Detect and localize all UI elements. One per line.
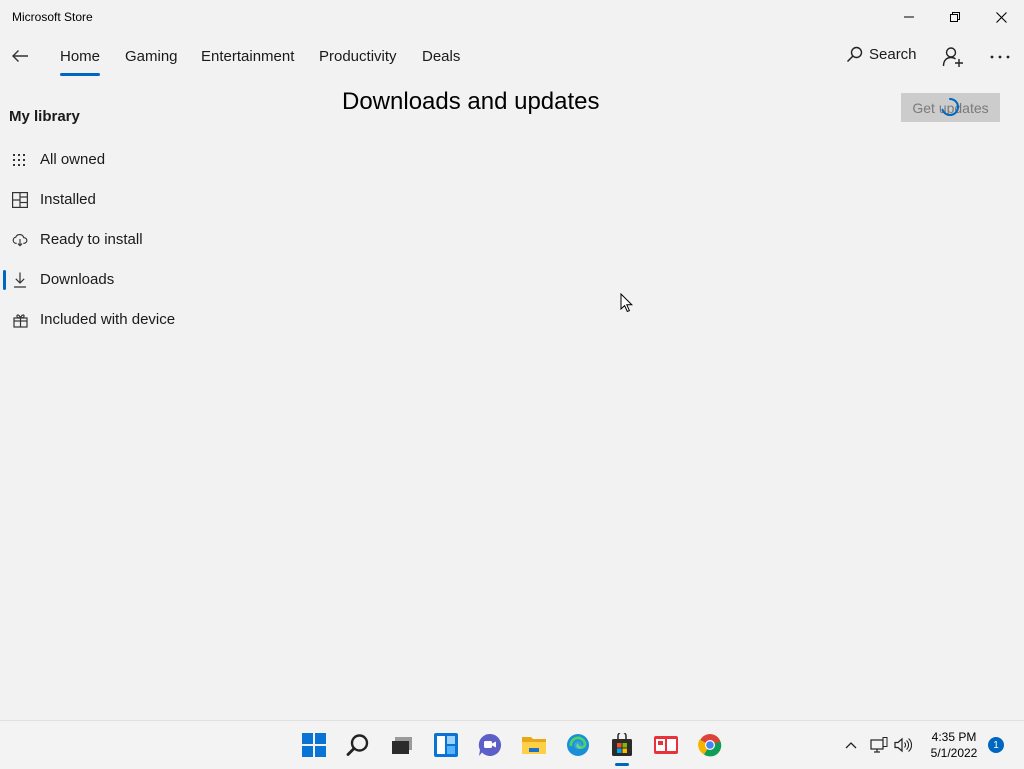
account-button[interactable] xyxy=(940,44,966,70)
page-title: Downloads and updates xyxy=(342,88,600,115)
chevron-up-icon xyxy=(845,742,857,749)
tab-gaming[interactable]: Gaming xyxy=(125,48,178,65)
store-icon xyxy=(612,733,632,756)
clock-button[interactable]: 4:35 PM 5/1/2022 xyxy=(926,729,982,761)
volume-icon xyxy=(894,737,912,753)
search-icon xyxy=(846,46,863,63)
close-icon xyxy=(995,11,1007,23)
file-explorer-button[interactable] xyxy=(518,729,550,761)
sidebar-item-label: Installed xyxy=(40,191,96,208)
sidebar-item-label: Included with device xyxy=(40,311,176,328)
sidebar-item-ready-to-install[interactable]: Ready to install xyxy=(0,222,300,258)
installed-icon xyxy=(12,192,28,208)
taskbar-search-button[interactable] xyxy=(342,729,374,761)
search-button[interactable]: Search xyxy=(846,46,917,63)
network-icon xyxy=(870,737,888,753)
start-button[interactable] xyxy=(298,729,330,761)
news-icon xyxy=(654,736,678,754)
library-title: My library xyxy=(9,108,80,125)
tab-entertainment[interactable]: Entertainment xyxy=(201,48,294,65)
top-navigation: Home Gaming Entertainment Productivity D… xyxy=(0,36,1024,80)
more-button[interactable] xyxy=(986,44,1014,70)
clock-time: 4:35 PM xyxy=(931,730,977,744)
news-button[interactable] xyxy=(650,729,682,761)
chrome-icon xyxy=(698,734,722,757)
grid-icon xyxy=(12,152,28,168)
cloud-download-icon xyxy=(12,232,28,248)
search-label: Search xyxy=(869,46,917,63)
back-button[interactable] xyxy=(6,42,34,70)
file-explorer-icon xyxy=(522,737,546,754)
start-icon xyxy=(302,733,326,757)
loading-spinner-icon xyxy=(941,98,959,116)
sidebar-item-all-owned[interactable]: All owned xyxy=(0,142,300,178)
selected-indicator xyxy=(3,270,6,290)
sidebar-item-included-with-device[interactable]: Included with device xyxy=(0,302,300,338)
chat-icon xyxy=(478,733,502,756)
sidebar-item-label: Downloads xyxy=(40,271,115,288)
tab-productivity[interactable]: Productivity xyxy=(319,48,397,65)
chrome-button[interactable] xyxy=(694,729,726,761)
edge-button[interactable] xyxy=(562,729,594,761)
restore-icon xyxy=(950,12,960,22)
task-view-button[interactable] xyxy=(386,729,418,761)
notification-badge[interactable]: 1 xyxy=(988,737,1004,753)
minimize-icon xyxy=(904,16,914,18)
tab-deals[interactable]: Deals xyxy=(422,48,460,65)
add-account-icon xyxy=(942,47,963,67)
edge-icon xyxy=(567,734,589,756)
gift-icon xyxy=(12,312,28,328)
more-icon xyxy=(990,55,1010,59)
tab-home[interactable]: Home xyxy=(60,48,101,76)
restore-button[interactable] xyxy=(932,0,978,34)
sidebar-item-downloads[interactable]: Downloads xyxy=(0,262,300,298)
search-icon xyxy=(346,734,369,756)
taskbar: 4:35 PM 5/1/2022 1 xyxy=(0,720,1024,769)
sidebar-item-installed[interactable]: Installed xyxy=(0,182,300,218)
task-view-icon xyxy=(392,737,412,754)
widgets-icon xyxy=(434,733,458,757)
volume-button[interactable] xyxy=(892,733,914,757)
close-button[interactable] xyxy=(978,0,1024,34)
clock-date: 5/1/2022 xyxy=(930,746,978,760)
title-bar: Microsoft Store xyxy=(0,0,1024,34)
mouse-cursor-icon xyxy=(620,293,634,313)
widgets-button[interactable] xyxy=(430,729,462,761)
show-hidden-icons-button[interactable] xyxy=(840,733,862,757)
download-icon xyxy=(12,272,28,288)
back-arrow-icon xyxy=(12,50,28,62)
minimize-button[interactable] xyxy=(886,0,932,34)
app-title: Microsoft Store xyxy=(12,10,93,24)
chat-button[interactable] xyxy=(474,729,506,761)
sidebar-item-label: Ready to install xyxy=(40,231,143,248)
store-button[interactable] xyxy=(606,729,638,766)
network-button[interactable] xyxy=(868,733,890,757)
sidebar-item-label: All owned xyxy=(40,151,106,168)
